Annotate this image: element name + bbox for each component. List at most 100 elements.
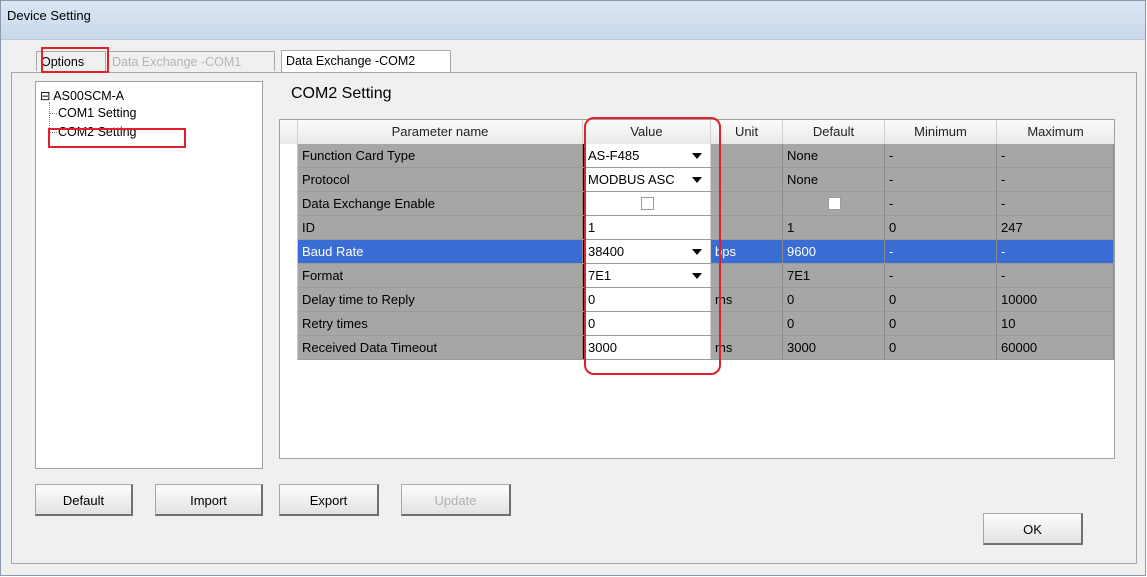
cell-minimum-text: 0 [889,316,897,331]
tree-connector [49,102,51,134]
tree-collapse-icon[interactable]: ⊟ [40,89,50,103]
row-gutter [280,336,298,360]
value-checkbox[interactable] [641,197,654,210]
title-bar[interactable]: Device Setting [1,1,1145,40]
cell-value[interactable]: 3000 [583,336,711,359]
cell-minimum-text: - [889,268,894,283]
cell-default-text: 0 [787,316,795,331]
table-row[interactable]: Function Card Type AS-F485 None - - [280,144,1114,168]
cell-value[interactable]: 7E1 [583,264,711,287]
cell-minimum-text: - [889,244,894,259]
cell-value[interactable] [583,192,711,215]
tree-item-com2-setting[interactable]: COM2 Setting [58,125,137,139]
cell-minimum: - [885,144,997,167]
cell-default: None [783,144,885,167]
cell-default-text: 7E1 [787,268,811,283]
cell-default: 7E1 [783,264,885,287]
cell-maximum: - [997,144,1114,167]
table-row[interactable]: Format 7E1 7E1 - - [280,264,1114,288]
cell-minimum: - [885,240,997,263]
cell-minimum-text: - [889,148,894,163]
cell-value[interactable]: 38400 [583,240,711,263]
cell-name: Baud Rate [298,240,583,263]
cell-value-text: 0 [588,316,596,331]
table-row[interactable]: Received Data Timeout 3000 ms 3000 0 60000 [280,336,1114,360]
ok-button[interactable]: OK [983,513,1083,545]
window-title: Device Setting [7,8,91,23]
cell-name: Data Exchange Enable [298,192,583,215]
cell-value-text: 38400 [588,244,625,259]
device-setting-window: Device Setting Options Data Exchange -CO… [0,0,1146,576]
cell-name: ID [298,216,583,239]
tab-data-exchange-com2[interactable]: Data Exchange -COM2 [281,50,451,72]
table-row[interactable]: ID 1 1 0 247 [280,216,1114,240]
cell-value[interactable]: 0 [583,288,711,311]
cell-name-text: Delay time to Reply [302,292,415,307]
cell-value[interactable]: 0 [583,312,711,335]
cell-maximum: - [997,264,1114,287]
row-gutter [280,192,298,216]
cell-minimum-text: - [889,196,894,211]
tree-connector [49,113,57,115]
cell-maximum-text: 247 [1001,220,1023,235]
cell-maximum-text: - [1001,268,1006,283]
cell-maximum-text: 60000 [1001,340,1038,355]
device-tree[interactable]: ⊟ AS00SCM-A COM1 Setting COM2 Setting [35,81,263,469]
cell-maximum: - [997,192,1114,215]
cell-unit [711,312,783,335]
default-button[interactable]: Default [35,484,133,516]
table-row[interactable]: Retry times 0 0 0 10 [280,312,1114,336]
cell-value-text: 3000 [588,340,617,355]
tree-root-label: AS00SCM-A [53,89,125,103]
row-gutter [280,144,298,168]
cell-maximum-text: 10000 [1001,292,1038,307]
cell-maximum-text: - [1001,172,1006,187]
cell-minimum: 0 [885,336,997,359]
cell-unit [711,168,783,191]
cell-default-text: None [787,172,819,187]
dropdown-arrow-icon[interactable] [692,177,702,183]
cell-name-text: Function Card Type [302,148,416,163]
tab-options[interactable]: Options [36,51,106,71]
cell-default-text: None [787,148,819,163]
cell-unit-text: ms [715,340,733,355]
export-button[interactable]: Export [279,484,379,516]
dropdown-arrow-icon[interactable] [692,153,702,159]
cell-value[interactable]: 1 [583,216,711,239]
tab-strip: Options Data Exchange -COM1 Data Exchang… [1,39,1145,75]
table-row[interactable]: Delay time to Reply 0 ms 0 0 10000 [280,288,1114,312]
dropdown-arrow-icon[interactable] [692,273,702,279]
table-row[interactable]: Baud Rate 38400 bps 9600 - - [280,240,1114,264]
table-row[interactable]: Protocol MODBUS ASC None - - [280,168,1114,192]
cell-name: Format [298,264,583,287]
cell-name: Function Card Type [298,144,583,167]
tree-item-com1-setting[interactable]: COM1 Setting [58,106,137,120]
cell-minimum-text: - [889,172,894,187]
cell-minimum: 0 [885,288,997,311]
cell-unit-text: bps [715,244,736,259]
row-gutter [280,168,298,192]
tree-root[interactable]: ⊟ AS00SCM-A [40,88,124,103]
cell-default: 0 [783,312,885,335]
tab-data-exchange-com1: Data Exchange -COM1 [107,51,275,71]
cell-maximum: - [997,168,1114,191]
import-button[interactable]: Import [155,484,263,516]
cell-value[interactable]: AS-F485 [583,144,711,167]
cell-minimum: - [885,264,997,287]
default-checkbox [827,197,841,210]
header-value: Value [583,120,711,144]
header-minimum: Minimum [885,120,997,144]
cell-value[interactable]: MODBUS ASC [583,168,711,191]
cell-maximum-text: - [1001,148,1006,163]
dropdown-arrow-icon[interactable] [692,249,702,255]
header-parameter-name: Parameter name [298,120,583,144]
table-row[interactable]: Data Exchange Enable - - [280,192,1114,216]
cell-minimum: - [885,192,997,215]
header-unit: Unit [711,120,783,144]
cell-unit: bps [711,240,783,263]
cell-value-text: 0 [588,292,596,307]
section-title: COM2 Setting [291,85,392,102]
row-gutter [280,288,298,312]
cell-default: 0 [783,288,885,311]
cell-minimum-text: 0 [889,340,897,355]
